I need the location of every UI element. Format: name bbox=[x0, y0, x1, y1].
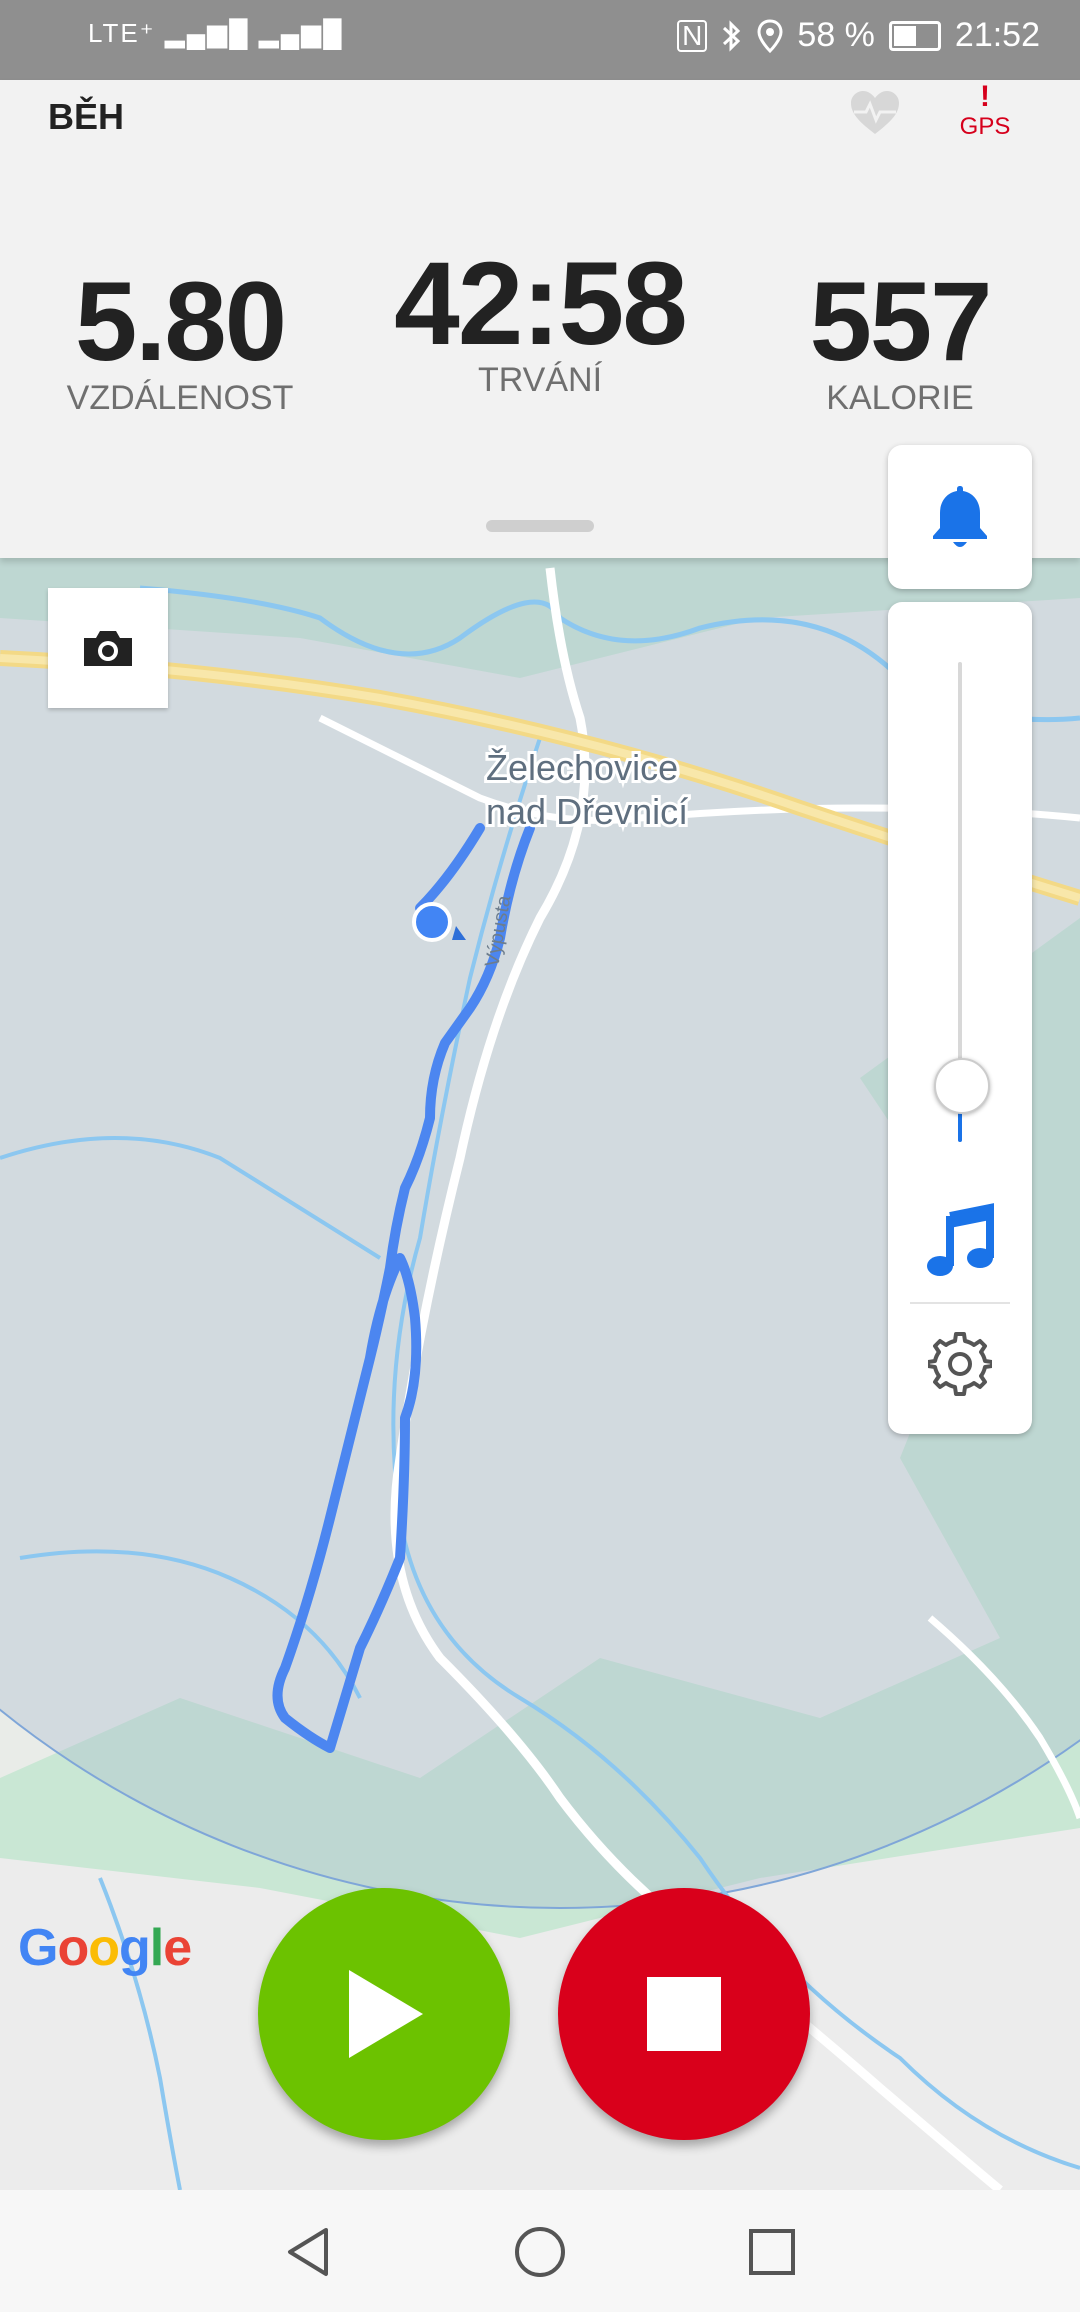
gps-alert: ! bbox=[980, 80, 990, 113]
panel-divider bbox=[910, 1302, 1010, 1304]
gps-label: GPS bbox=[959, 113, 1011, 140]
status-right: N 58 % 21:52 bbox=[677, 16, 1040, 55]
google-logo-letter: G bbox=[18, 1919, 58, 1977]
signal-indicators: LTE⁺ ▂▄▆█ ▂▄▆█ bbox=[88, 18, 344, 48]
back-icon[interactable] bbox=[280, 2224, 336, 2280]
media-panel bbox=[888, 602, 1032, 1434]
duration-value: 42:58 bbox=[394, 238, 688, 370]
play-icon bbox=[349, 1970, 423, 2058]
recents-icon[interactable] bbox=[744, 2224, 800, 2280]
location-icon bbox=[757, 18, 783, 53]
heart-rate-icon[interactable] bbox=[848, 86, 902, 140]
calories-value: 557 bbox=[809, 259, 993, 384]
gps-status[interactable]: ! GPS bbox=[958, 80, 1012, 140]
stat-duration: 42:58 TRVÁNÍ bbox=[380, 238, 700, 400]
camera-button[interactable] bbox=[48, 588, 168, 708]
resume-button[interactable] bbox=[258, 1888, 510, 2140]
google-logo-letter: l bbox=[149, 1919, 164, 1977]
calories-label: KALORIE bbox=[826, 379, 974, 417]
google-logo: Google bbox=[18, 1918, 192, 1978]
activity-type[interactable]: BĚH bbox=[48, 96, 124, 138]
bluetooth-icon bbox=[723, 19, 741, 52]
current-position bbox=[412, 902, 452, 942]
status-bar: LTE⁺ ▂▄▆█ ▂▄▆█ N 58 % 21:52 bbox=[0, 0, 1080, 80]
google-logo-letter: o bbox=[57, 1919, 89, 1977]
drag-handle[interactable] bbox=[486, 520, 594, 532]
bell-icon bbox=[933, 486, 987, 547]
notifications-button[interactable] bbox=[888, 445, 1032, 589]
distance-label: VZDÁLENOST bbox=[66, 379, 294, 417]
nfc-icon: N bbox=[677, 19, 708, 52]
google-logo-letter: g bbox=[118, 1919, 151, 1977]
navigation-bar bbox=[0, 2190, 1080, 2312]
stop-button[interactable] bbox=[558, 1888, 810, 2140]
music-note-icon[interactable] bbox=[920, 1202, 1000, 1282]
gear-icon[interactable] bbox=[928, 1332, 992, 1396]
town-label: Želechovice bbox=[486, 747, 678, 788]
stat-distance: 5.80 VZDÁLENOST bbox=[40, 266, 320, 418]
camera-icon bbox=[84, 631, 132, 666]
stat-calories: 557 KALORIE bbox=[760, 266, 1040, 418]
battery-icon bbox=[888, 20, 941, 51]
battery-fill bbox=[893, 25, 916, 46]
stop-icon bbox=[647, 1977, 721, 2051]
home-icon[interactable] bbox=[512, 2224, 568, 2280]
town-label: nad Dřevnicí bbox=[486, 791, 688, 832]
distance-value: 5.80 bbox=[75, 259, 287, 384]
volume-thumb[interactable] bbox=[934, 1058, 990, 1114]
google-logo-letter: e bbox=[163, 1919, 192, 1977]
clock: 21:52 bbox=[954, 16, 1040, 54]
google-logo-letter: o bbox=[88, 1919, 120, 1977]
battery-percent: 58 % bbox=[797, 16, 875, 54]
